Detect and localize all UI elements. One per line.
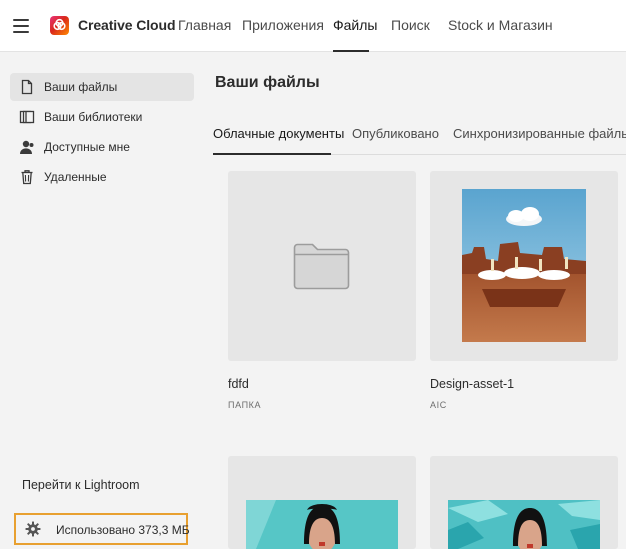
shared-user-icon	[19, 139, 35, 155]
sidebar-item-label: Ваши файлы	[44, 80, 118, 94]
gear-icon	[25, 521, 41, 537]
file-type: ПАПКА	[228, 400, 262, 410]
sidebar-item-shared-with-me[interactable]: Доступные мне	[10, 133, 194, 161]
creative-cloud-logo-icon[interactable]	[50, 16, 69, 35]
sidebar-item-label: Удаленные	[44, 170, 107, 184]
woman-teal-image	[246, 500, 398, 549]
woman-teal-ribbon-image	[448, 500, 600, 549]
top-bar: Creative Cloud Главная Приложения Файлы …	[0, 0, 626, 52]
nav-active-indicator	[333, 50, 369, 52]
storage-usage-button[interactable]: Использовано 373,3 МБ	[14, 513, 190, 545]
tab-published[interactable]: Опубликовано	[352, 126, 439, 141]
go-to-lightroom-link[interactable]: Перейти к Lightroom	[22, 478, 140, 492]
sidebar-item-your-libraries[interactable]: Ваши библиотеки	[10, 103, 194, 131]
file-card-thumbnail[interactable]	[430, 456, 618, 549]
tab-cloud-documents[interactable]: Облачные документы	[213, 126, 344, 141]
file-name[interactable]: Design-asset-1	[430, 377, 514, 391]
trash-icon	[19, 169, 35, 185]
page-title: Ваши файлы	[215, 74, 320, 91]
sidebar-item-label: Ваши библиотеки	[44, 110, 143, 124]
nav-apps[interactable]: Приложения	[242, 17, 324, 33]
menu-icon[interactable]	[13, 19, 29, 33]
desert-rocks-image	[462, 189, 586, 342]
sidebar-item-label: Доступные мне	[44, 140, 130, 154]
nav-search[interactable]: Поиск	[391, 17, 430, 33]
sidebar: Ваши файлы Ваши библиотеки Доступные мне	[0, 53, 200, 549]
folder-icon	[292, 240, 352, 292]
file-card-thumbnail[interactable]	[228, 456, 416, 549]
sidebar-item-your-files[interactable]: Ваши файлы	[10, 73, 194, 101]
file-card-thumbnail[interactable]	[430, 171, 618, 361]
tab-synced-files[interactable]: Синхронизированные файлы	[453, 126, 626, 141]
library-icon	[19, 109, 35, 125]
file-name[interactable]: fdfd	[228, 377, 249, 391]
nav-files[interactable]: Файлы	[333, 17, 377, 33]
storage-usage-label: Использовано 373,3 МБ	[56, 523, 190, 537]
file-icon	[19, 79, 35, 95]
app-name: Creative Cloud	[78, 17, 176, 33]
tab-active-indicator	[213, 153, 331, 155]
sidebar-item-deleted[interactable]: Удаленные	[10, 163, 194, 191]
file-card-thumbnail[interactable]	[228, 171, 416, 361]
nav-stock-market[interactable]: Stock и Магазин	[448, 17, 553, 33]
file-type: AIC	[430, 400, 447, 410]
nav-home[interactable]: Главная	[178, 17, 231, 33]
